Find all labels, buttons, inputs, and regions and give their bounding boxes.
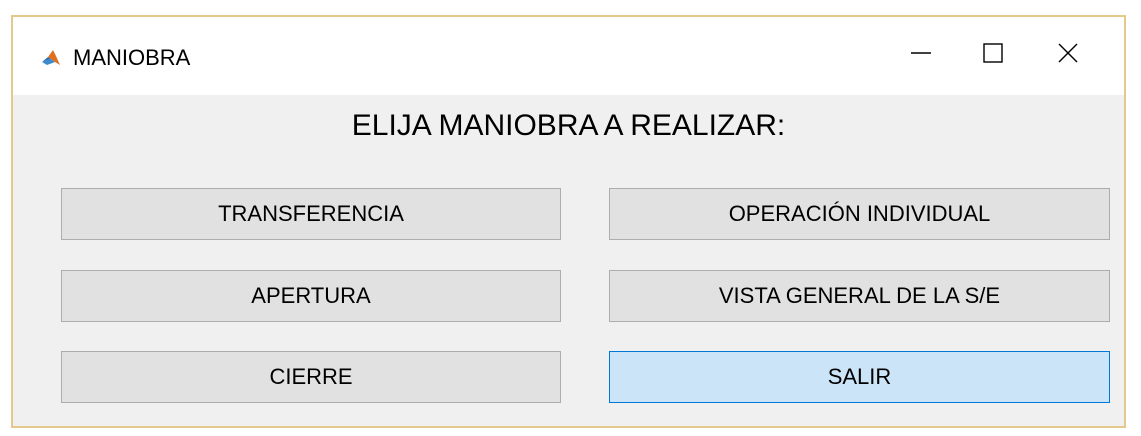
page-title: ELIJA MANIOBRA A REALIZAR:: [351, 109, 786, 142]
maximize-button[interactable]: [965, 35, 1021, 75]
matlab-icon[interactable]: [41, 48, 61, 68]
window-title: MANIOBRA: [73, 45, 191, 70]
cierre-button[interactable]: CIERRE: [61, 351, 561, 403]
apertura-button[interactable]: APERTURA: [61, 270, 561, 322]
minimize-button[interactable]: [893, 35, 949, 75]
salir-button[interactable]: SALIR: [609, 351, 1110, 403]
vista-general-button[interactable]: VISTA GENERAL DE LA S/E: [609, 270, 1110, 322]
close-icon: [1056, 41, 1080, 70]
close-button[interactable]: [1040, 35, 1096, 75]
title-bar[interactable]: MANIOBRA: [13, 17, 1124, 95]
minimize-icon: [909, 41, 933, 70]
operacion-individual-button[interactable]: OPERACIÓN INDIVIDUAL: [609, 188, 1110, 240]
page-background: MANIOBRA ELIJA MANIOBRA A REALIZAR: TRAN…: [0, 0, 1141, 436]
client-area: ELIJA MANIOBRA A REALIZAR: TRANSFERENCIA…: [13, 95, 1124, 426]
transferencia-button[interactable]: TRANSFERENCIA: [61, 188, 561, 240]
app-window: MANIOBRA ELIJA MANIOBRA A REALIZAR: TRAN…: [11, 15, 1126, 428]
maximize-icon: [981, 41, 1005, 70]
